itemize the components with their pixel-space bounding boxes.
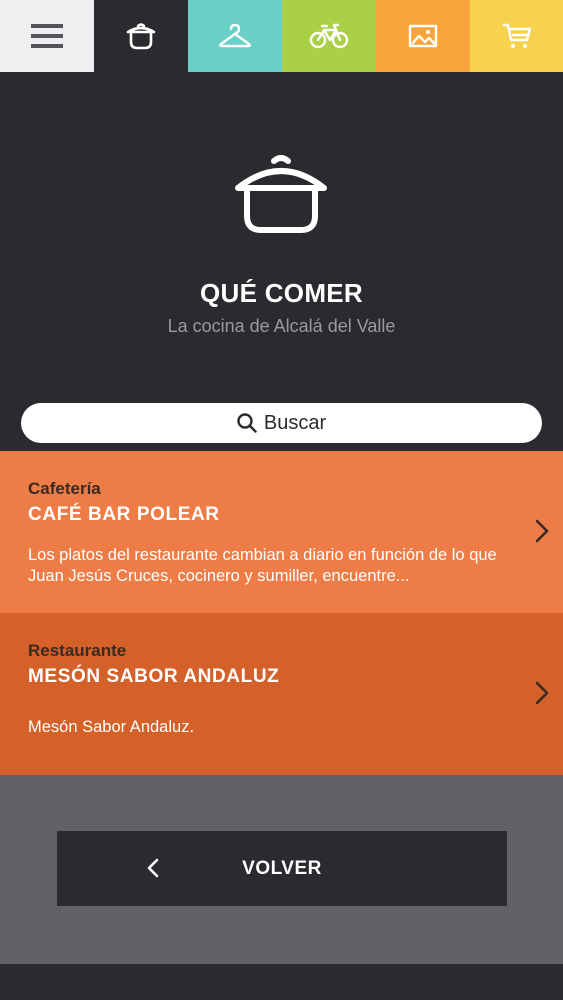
tab-routes[interactable] bbox=[282, 0, 376, 72]
item-name: CAFÉ BAR POLEAR bbox=[28, 504, 220, 525]
item-category: Restaurante bbox=[28, 641, 127, 660]
category-tab-bar bbox=[0, 0, 563, 72]
hanger-icon bbox=[219, 23, 251, 48]
pot-icon bbox=[126, 23, 156, 50]
search-label: Buscar bbox=[263, 411, 327, 434]
item-category: Cafetería bbox=[28, 479, 101, 498]
chevron-right-icon bbox=[535, 681, 549, 705]
bicycle-icon bbox=[309, 23, 349, 49]
back-button-label: VOLVER bbox=[242, 858, 322, 879]
list-item-meson-sabor-andaluz[interactable]: Restaurante MESÓN SABOR ANDALUZ Mesón Sa… bbox=[0, 613, 563, 775]
item-name: MESÓN SABOR ANDALUZ bbox=[28, 666, 280, 687]
cart-icon bbox=[502, 23, 531, 48]
item-description: Mesón Sabor Andaluz. bbox=[28, 718, 195, 736]
tab-shopping[interactable] bbox=[188, 0, 282, 72]
pot-icon bbox=[235, 155, 327, 233]
image-icon bbox=[408, 24, 438, 48]
search-bar[interactable]: Buscar bbox=[21, 403, 542, 443]
search-icon bbox=[237, 413, 257, 433]
tab-cart[interactable] bbox=[470, 0, 563, 72]
back-button[interactable]: VOLVER bbox=[57, 831, 507, 906]
item-description: Los platos del restaurante cambian a dia… bbox=[28, 546, 497, 585]
page-subtitle: La cocina de Alcalá del Valle bbox=[167, 316, 396, 336]
tab-gallery[interactable] bbox=[376, 0, 470, 72]
section-header: QUÉ COMER La cocina de Alcalá del Valle bbox=[0, 72, 563, 450]
tab-food[interactable] bbox=[94, 0, 188, 72]
menu-icon bbox=[31, 24, 63, 48]
footer-bar bbox=[0, 964, 563, 1000]
chevron-right-icon bbox=[535, 519, 549, 543]
page-title: QUÉ COMER bbox=[199, 278, 364, 308]
list-item-cafe-bar-polear[interactable]: Cafetería CAFÉ BAR POLEAR Los platos del… bbox=[0, 451, 563, 613]
tab-menu[interactable] bbox=[0, 0, 94, 72]
